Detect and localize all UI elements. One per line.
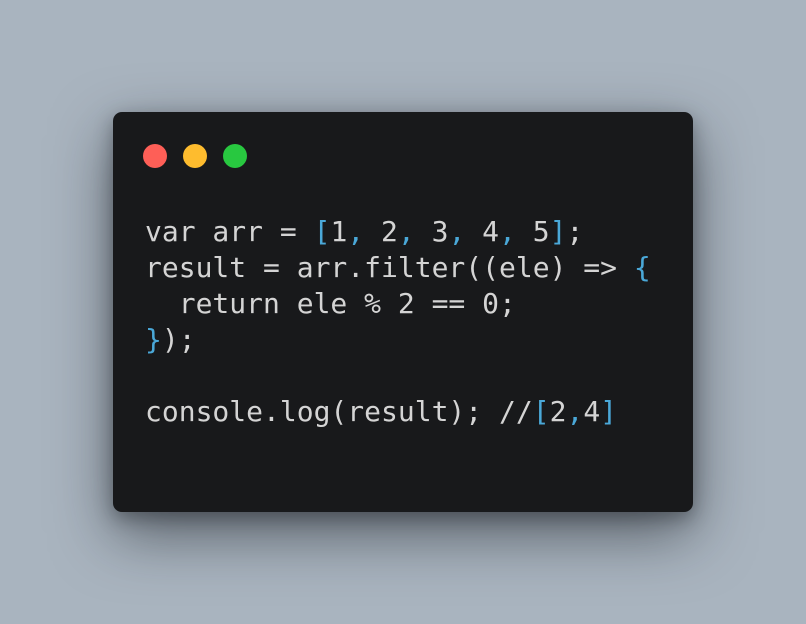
code-token: 3 [414,215,449,248]
code-token: return ele % 2 == 0; [145,287,516,320]
code-punctuation: , [566,395,584,428]
code-token: 4 [465,215,500,248]
code-punctuation: , [397,215,415,248]
code-punctuation: { [633,251,651,284]
code-punctuation: ] [600,395,618,428]
close-button[interactable] [143,144,167,168]
minimize-button[interactable] [183,144,207,168]
code-window: var arr = [1, 2, 3, 4, 5]; result = arr.f… [113,112,693,512]
code-punctuation: [ [313,215,331,248]
code-punctuation: , [347,215,365,248]
code-token: 5 [515,215,550,248]
code-token: var arr = [145,215,314,248]
code-token: console.log(result); // [145,395,533,428]
code-token: 2 [364,215,398,248]
code-line: var arr = [1, 2, 3, 4, 5]; [145,214,651,250]
window-controls [143,144,247,168]
background: { "colors": { "background": "#a9b4bf", "… [0,0,806,624]
code-line: }); [145,322,651,358]
code-token: result = arr.filter((ele) => [145,251,634,284]
code-token: 2 [549,395,567,428]
code-line: return ele % 2 == 0; [145,286,651,322]
maximize-button[interactable] [223,144,247,168]
code-line: result = arr.filter((ele) => { [145,250,651,286]
code-punctuation: [ [532,395,550,428]
code-token: ); [161,323,196,356]
code-token: 4 [583,395,601,428]
code-punctuation: , [499,215,516,248]
code-block: var arr = [1, 2, 3, 4, 5]; result = arr.f… [145,214,651,430]
code-punctuation: ] [549,215,567,248]
code-token: 1 [330,215,348,248]
code-punctuation: , [448,215,466,248]
code-token: ; [566,215,584,248]
code-line: console.log(result); //[2,4] [145,394,651,430]
code-punctuation: } [145,323,162,356]
